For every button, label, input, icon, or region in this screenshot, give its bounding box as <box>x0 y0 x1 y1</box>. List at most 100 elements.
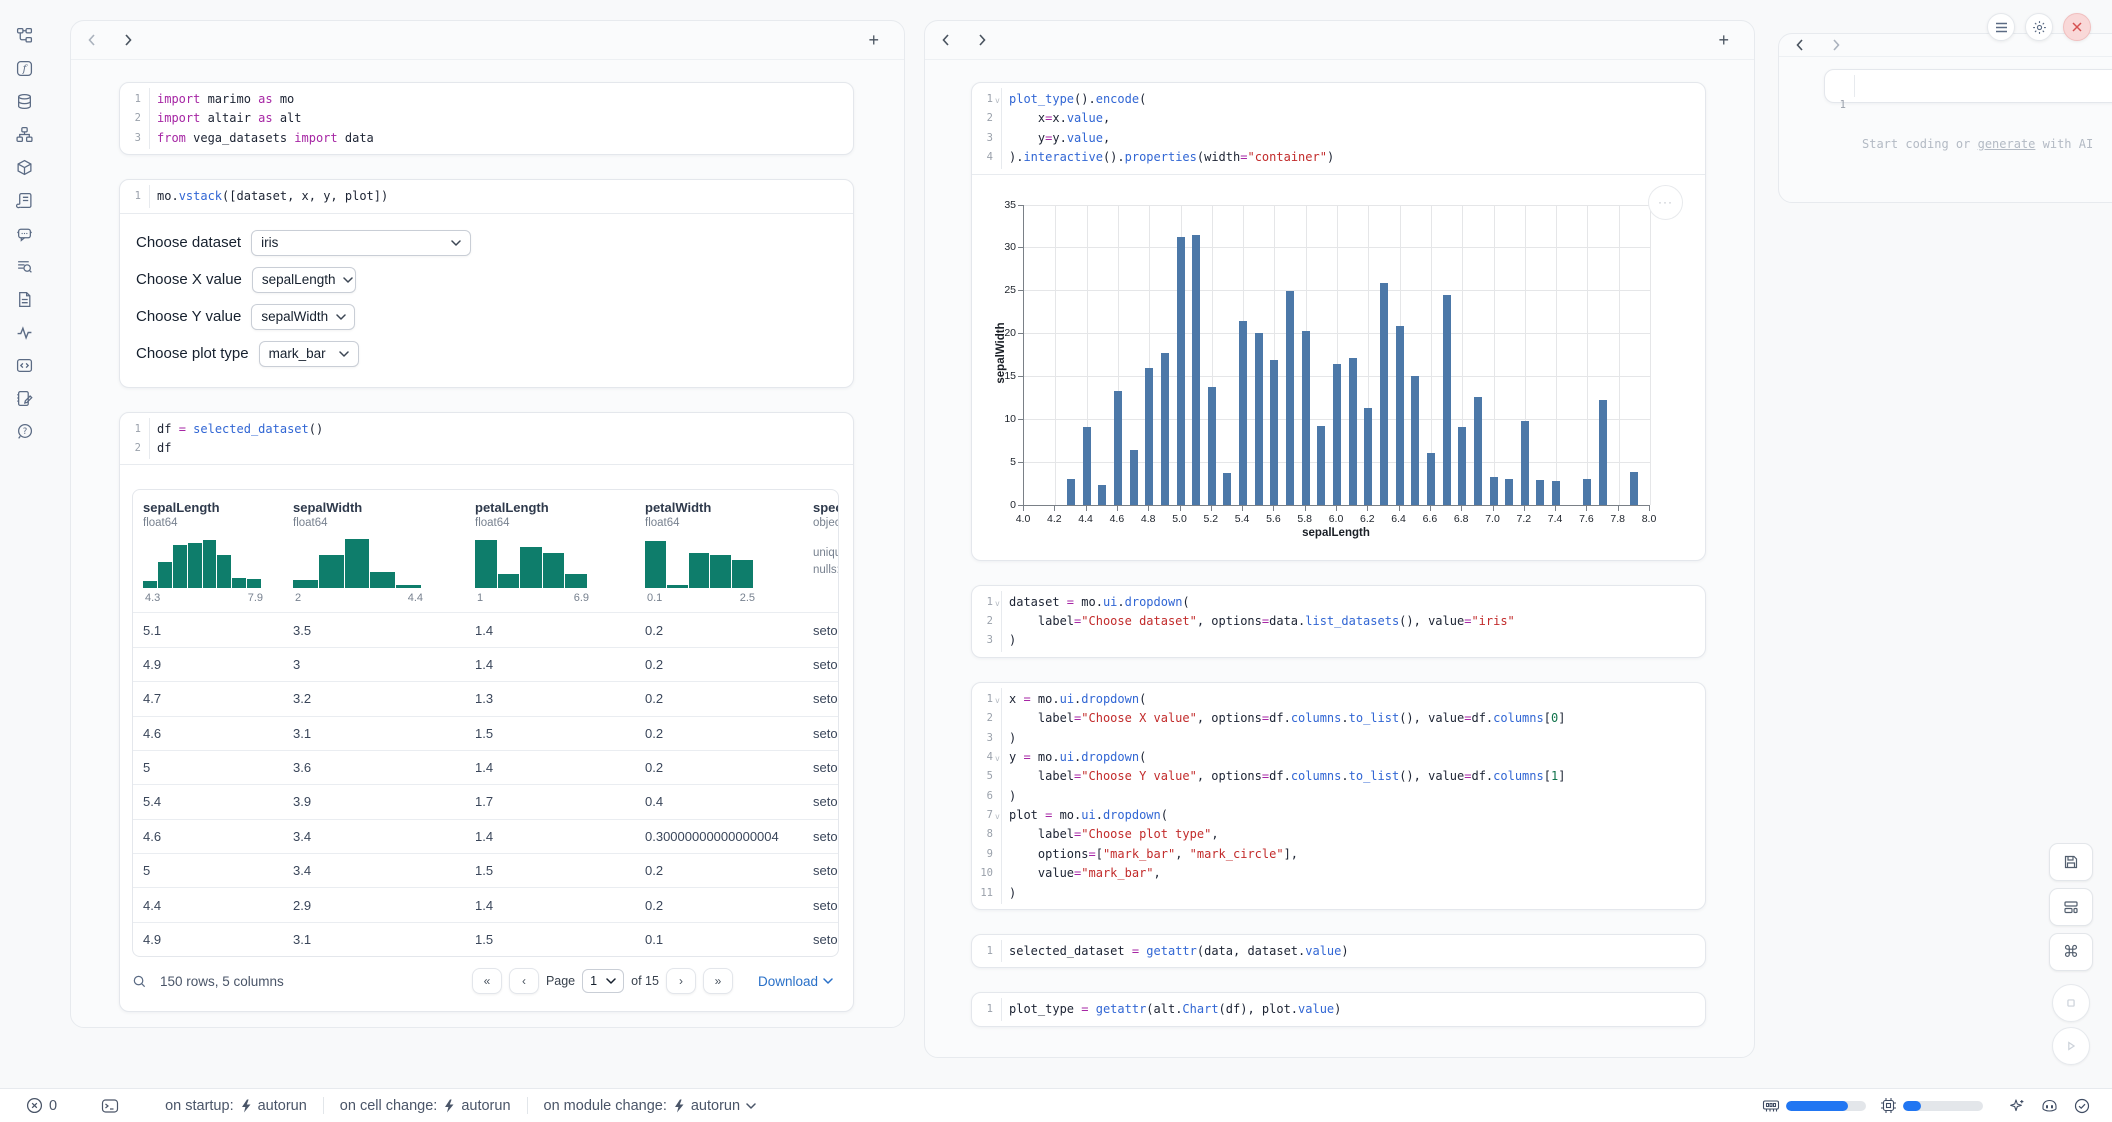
code-editor[interactable]: 1vx = mo.ui.dropdown(2 label="Choose X v… <box>972 683 1705 909</box>
code-snippet-icon[interactable] <box>15 356 33 374</box>
floppy-icon <box>2063 854 2079 870</box>
histogram[interactable] <box>645 536 753 588</box>
stop-button[interactable] <box>2052 984 2090 1022</box>
histogram[interactable] <box>475 536 587 588</box>
y-tick-label: 25 <box>972 284 1016 296</box>
code-cell-dataset-dropdown[interactable]: 1vdataset = mo.ui.dropdown(2 label="Choo… <box>971 585 1706 658</box>
page-select[interactable]: 1 <box>582 969 624 993</box>
menu-button[interactable] <box>1987 13 2015 41</box>
code-editor[interactable]: 1 Start coding or generate with AI <box>1825 70 2112 102</box>
scratch-cell[interactable]: 1 Start coding or generate with AI <box>1824 69 2112 103</box>
terminal-button[interactable] <box>101 1098 119 1114</box>
table-row[interactable]: 4.73.21.30.2setosa <box>133 681 839 715</box>
code-editor[interactable]: 1vplot_type().encode(2 x=x.value,3 y=y.v… <box>972 83 1705 174</box>
table-row[interactable]: 5.13.51.40.2setosa <box>133 612 839 646</box>
package-icon[interactable] <box>15 158 33 176</box>
ai-button[interactable] <box>2009 1098 2025 1114</box>
code-cell-vstack[interactable]: 1mo.vstack([dataset, x, y, plot])Choose … <box>119 179 854 387</box>
code-cell-xyplot-dropdowns[interactable]: 1vx = mo.ui.dropdown(2 label="Choose X v… <box>971 682 1706 910</box>
code-token: data <box>338 131 374 145</box>
table-row[interactable]: 4.63.41.40.30000000000000004setosa <box>133 819 839 853</box>
choose-y-value-select[interactable]: sepalWidth <box>251 304 355 330</box>
move-column-left-button[interactable] <box>942 34 950 46</box>
table-row[interactable]: 4.63.11.50.2setosa <box>133 716 839 750</box>
table-row[interactable]: 4.42.91.40.2setosa <box>133 887 839 921</box>
pagination-first-button[interactable]: « <box>472 968 502 994</box>
move-column-left-button[interactable] <box>1796 39 1804 51</box>
run-button[interactable] <box>2052 1027 2090 1065</box>
add-cell-button[interactable]: + <box>862 30 885 50</box>
document-icon[interactable] <box>15 290 33 308</box>
code-token: plot_type <box>1009 92 1074 106</box>
runtime-config-item[interactable]: on cell change:autorun <box>340 1098 511 1114</box>
search-list-icon[interactable] <box>15 257 33 275</box>
function-icon[interactable]: f <box>15 59 33 77</box>
code-editor[interactable]: 1selected_dataset = getattr(data, datase… <box>972 935 1705 967</box>
code-editor[interactable]: 1import marimo as mo2import altair as al… <box>120 83 853 154</box>
add-cell-button[interactable]: + <box>1712 30 1735 50</box>
chatbot-icon[interactable] <box>15 224 33 242</box>
chart-menu-button[interactable]: ··· <box>1648 185 1683 220</box>
generate-with-ai-link[interactable]: generate <box>1978 137 2036 151</box>
code-cell-dataframe[interactable]: 1df = selected_dataset()2dfsepalLengthfl… <box>119 412 854 1013</box>
save-button[interactable] <box>2049 843 2093 881</box>
pagination-prev-button[interactable]: ‹ <box>509 968 539 994</box>
script-icon[interactable] <box>15 191 33 209</box>
code-cell-selected-dataset[interactable]: 1selected_dataset = getattr(data, datase… <box>971 934 1706 968</box>
move-column-right-button[interactable] <box>124 34 132 46</box>
choose-dataset-select[interactable]: iris <box>251 230 471 256</box>
search-icon[interactable] <box>132 974 147 989</box>
table-row[interactable]: 4.93.11.50.1setosa <box>133 922 839 956</box>
copilot-button[interactable] <box>2041 1098 2058 1113</box>
download-button[interactable]: Download <box>752 973 839 990</box>
table-row[interactable]: 53.61.40.2setosa <box>133 750 839 784</box>
choose-x-value-select[interactable]: sepalLength <box>252 267 356 293</box>
code-editor[interactable]: 1plot_type = getattr(alt.Chart(df), plot… <box>972 993 1705 1025</box>
database-icon[interactable] <box>15 92 33 110</box>
connection-status-button[interactable] <box>2074 1098 2090 1114</box>
move-column-right-button[interactable] <box>978 34 986 46</box>
fold-chevron-icon[interactable]: v <box>995 91 1000 110</box>
code-editor[interactable]: 1vdataset = mo.ui.dropdown(2 label="Choo… <box>972 586 1705 657</box>
table-cell: 0.30000000000000004 <box>635 829 803 844</box>
file-tree-icon[interactable] <box>15 26 33 44</box>
chart-output: 051015202530354.04.24.44.64.85.05.25.45.… <box>972 175 1705 560</box>
activity-icon[interactable] <box>15 323 33 341</box>
code-cell-plot-type[interactable]: 1plot_type = getattr(alt.Chart(df), plot… <box>971 992 1706 1026</box>
scratchpad-icon[interactable] <box>15 389 33 407</box>
table-cell: 1.5 <box>465 932 635 947</box>
error-indicator[interactable]: 0 <box>26 1097 57 1114</box>
fold-chevron-icon[interactable]: v <box>995 749 1000 768</box>
code-cell-plot-cell[interactable]: 1vplot_type().encode(2 x=x.value,3 y=y.v… <box>971 82 1706 561</box>
histogram-bar <box>203 540 217 588</box>
runtime-config-item[interactable]: on startup:autorun <box>165 1098 307 1114</box>
chart-bar <box>1443 295 1451 505</box>
histogram[interactable] <box>143 536 261 588</box>
table-row[interactable]: 4.931.40.2setosa <box>133 647 839 681</box>
table-row[interactable]: 53.41.50.2setosa <box>133 853 839 887</box>
keyboard-shortcuts-button[interactable]: ⌘ <box>2049 933 2093 971</box>
move-column-right-button[interactable] <box>1832 39 1840 51</box>
settings-button[interactable] <box>2025 13 2053 41</box>
close-button[interactable] <box>2063 13 2091 41</box>
histogram-range: 4.37.9 <box>143 592 265 604</box>
code-editor[interactable]: 1mo.vstack([dataset, x, y, plot]) <box>120 180 853 212</box>
code-token: altair <box>200 111 258 125</box>
pagination-last-button[interactable]: » <box>703 968 733 994</box>
fold-chevron-icon[interactable]: v <box>995 807 1000 826</box>
pagination-next-button[interactable]: › <box>666 968 696 994</box>
table-cell: 1.4 <box>465 829 635 844</box>
table-row[interactable]: 5.43.91.70.4setosa <box>133 784 839 818</box>
choose-plot-type-select[interactable]: mark_bar <box>259 341 359 367</box>
runtime-config-item[interactable]: on module change:autorun <box>544 1098 757 1114</box>
sitemap-icon[interactable] <box>15 125 33 143</box>
code-editor[interactable]: 1df = selected_dataset()2df <box>120 413 853 465</box>
fold-chevron-icon[interactable]: v <box>995 691 1000 710</box>
layout-button[interactable] <box>2049 888 2093 926</box>
move-column-left-button[interactable] <box>88 34 96 46</box>
chart-plot[interactable] <box>1023 205 1650 506</box>
fold-chevron-icon[interactable]: v <box>995 594 1000 613</box>
code-cell-imports[interactable]: 1import marimo as mo2import altair as al… <box>119 82 854 155</box>
histogram[interactable] <box>293 536 421 588</box>
help-icon[interactable]: ? <box>15 422 33 440</box>
